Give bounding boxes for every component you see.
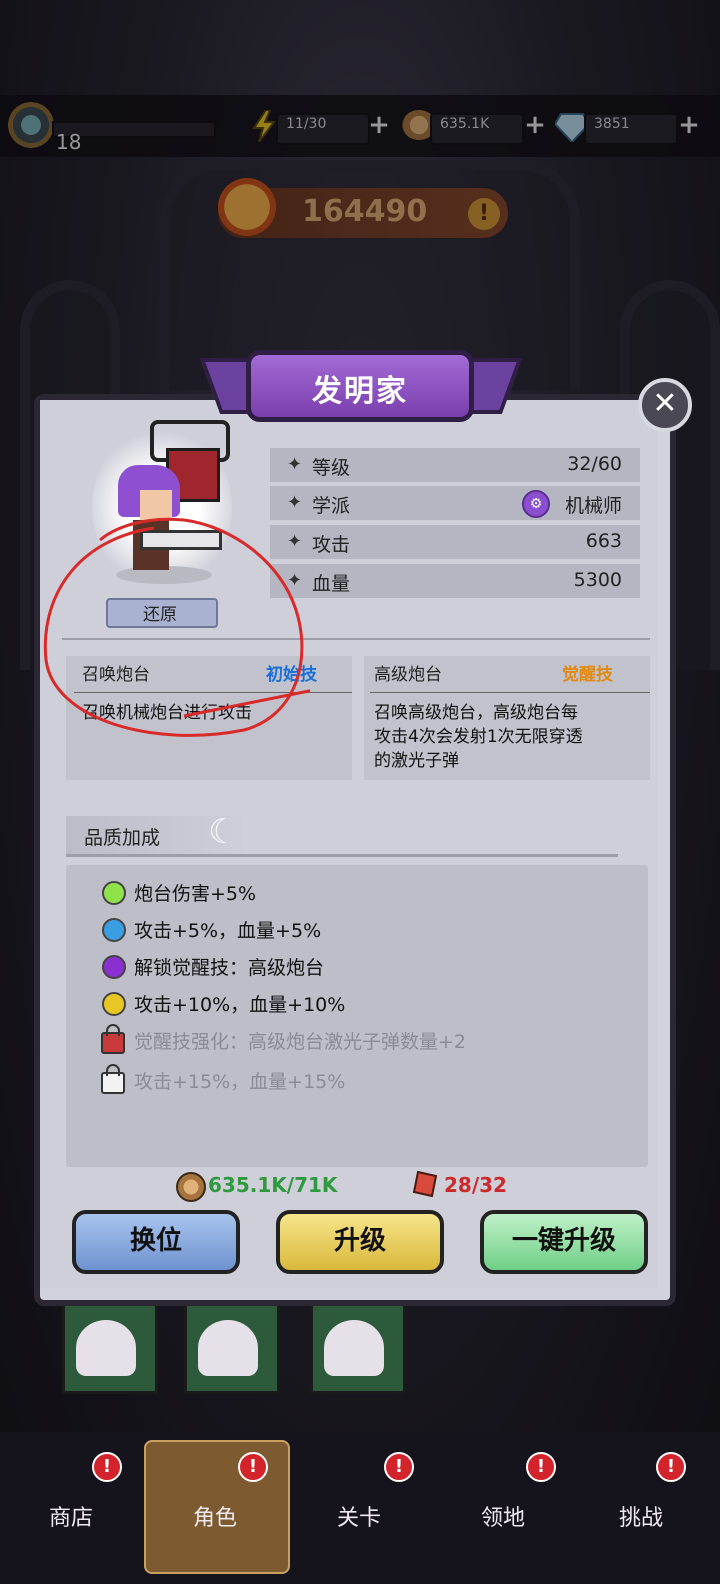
- nav-label: 关卡: [336, 1506, 381, 1531]
- red-shard-icon: [412, 1170, 438, 1198]
- upgrade-shard-cost: 28/32: [444, 1173, 507, 1197]
- one-key-upgrade-label: 一键升级: [511, 1226, 616, 1256]
- quality-bonus-text: 炮台伤害+5%: [134, 883, 257, 905]
- red-circle-annotation: [43, 517, 310, 737]
- quality-bonus-text-locked: 觉醒技强化：高级炮台激光子弹数量+2: [134, 1031, 467, 1053]
- nav-label: 挑战: [618, 1506, 663, 1531]
- lock-icon: [101, 1064, 125, 1094]
- hero-portrait: [76, 1320, 136, 1376]
- notification-badge: !: [384, 1452, 414, 1482]
- stat-label: 等级: [312, 457, 351, 479]
- skill-divider: [370, 692, 650, 693]
- stat-value: 663: [585, 530, 622, 552]
- notification-badge: !: [92, 1452, 122, 1482]
- stat-label: 学派: [312, 495, 351, 517]
- hero-portrait: [324, 1320, 384, 1376]
- quality-dot-icon: [102, 955, 126, 979]
- swap-button-label: 换位: [129, 1226, 182, 1256]
- nav-label: 商店: [48, 1506, 93, 1531]
- quality-bonus-text-locked: 攻击+15%，血量+15%: [134, 1071, 346, 1093]
- star-icon: ✦: [287, 454, 303, 475]
- skill-name: 高级炮台: [374, 665, 442, 685]
- coin-icon: [176, 1172, 206, 1202]
- stat-label: 血量: [312, 573, 351, 595]
- upgrade-coin-cost: 635.1K/71K: [208, 1173, 338, 1197]
- notification-badge: !: [526, 1452, 556, 1482]
- hero-name-title: 发明家: [312, 374, 408, 409]
- nav-label: 角色: [192, 1506, 237, 1531]
- skill-description-line: 召唤高级炮台，高级炮台每: [374, 703, 578, 723]
- notification-badge: !: [238, 1452, 268, 1482]
- close-button[interactable]: ✕: [638, 378, 692, 432]
- lock-icon: [101, 1024, 125, 1054]
- quality-bonus-text: 攻击+5%，血量+5%: [134, 920, 322, 942]
- nav-label: 领地: [480, 1506, 525, 1531]
- quality-dot-icon: [102, 918, 126, 942]
- stat-value: 32/60: [567, 453, 622, 475]
- skill-description-line: 攻击4次会发射1次无限穿透: [374, 727, 583, 747]
- quality-header-line: [66, 854, 618, 857]
- stat-value: 5300: [573, 569, 622, 591]
- skill-tag: 觉醒技: [562, 665, 613, 685]
- quality-bonus-text: 解锁觉醒技：高级炮台: [134, 957, 325, 979]
- crescent-moon-icon: ☾: [208, 812, 239, 852]
- quality-bonus-text: 攻击+10%，血量+10%: [134, 994, 346, 1016]
- skill-description-line: 的激光子弹: [374, 751, 459, 771]
- quality-title: 品质加成: [84, 827, 161, 849]
- stat-value: 机械师: [564, 495, 622, 517]
- upgrade-button-label: 升级: [333, 1226, 386, 1256]
- stat-label: 攻击: [312, 534, 351, 556]
- quality-dot-icon: [102, 992, 126, 1016]
- hero-portrait: [198, 1320, 258, 1376]
- notification-badge: !: [656, 1452, 686, 1482]
- quality-dot-icon: [102, 881, 126, 905]
